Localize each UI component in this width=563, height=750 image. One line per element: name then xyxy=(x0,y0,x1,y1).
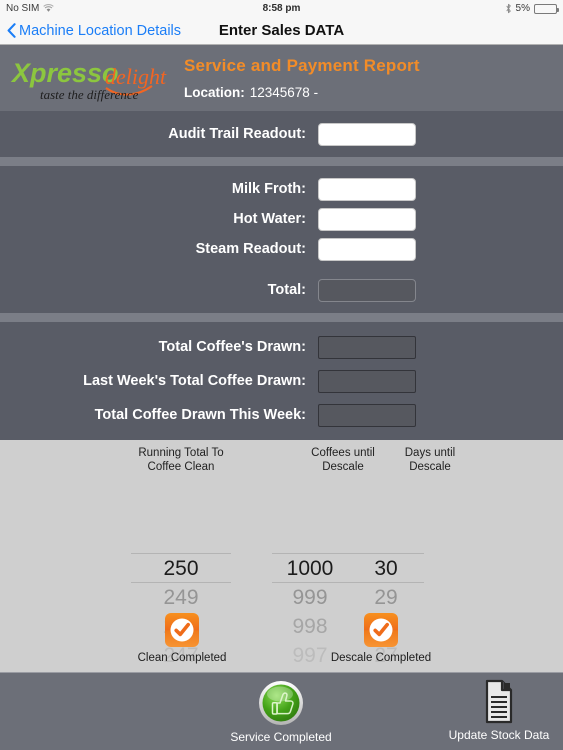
location-label: Location: xyxy=(184,85,245,100)
report-header: Xpresso delight taste the difference Ser… xyxy=(0,45,563,111)
total-coffees-drawn-field xyxy=(318,335,416,359)
location-value: 12345678 - xyxy=(249,85,319,100)
thumbs-up-icon xyxy=(257,679,305,727)
picker-heading-coffees-line2: Descale xyxy=(322,460,364,473)
xpresso-delight-logo: Xpresso delight taste the difference xyxy=(10,52,170,104)
service-completed-label: Service Completed xyxy=(230,730,332,744)
update-stock-data-label: Update Stock Data xyxy=(448,728,550,742)
svg-text:delight: delight xyxy=(105,64,167,89)
picker-item[interactable]: 29 xyxy=(348,583,424,612)
picker-heading-coffees: Coffees until Descale xyxy=(297,447,389,474)
location-line: Location: 12345678 - xyxy=(184,85,420,100)
check-circle-icon xyxy=(364,613,398,647)
bottom-toolbar: Service Completed Update Stock Data xyxy=(0,672,563,750)
status-bar-time: 8:58 pm xyxy=(262,3,301,14)
field-row-hot-water: Hot Water: xyxy=(0,204,563,234)
svg-text:taste the difference: taste the difference xyxy=(40,87,139,102)
bluetooth-icon xyxy=(505,3,512,14)
picker-heading-clean-line2: Coffee Clean xyxy=(147,460,215,473)
field-row-total-coffees-drawn: Total Coffee's Drawn: xyxy=(0,330,563,364)
milk-froth-input[interactable] xyxy=(318,177,416,201)
picker-heading-days-line1: Days until xyxy=(404,447,456,459)
steam-readout-input[interactable] xyxy=(318,237,416,261)
service-completed-button[interactable]: Service Completed xyxy=(230,679,332,744)
picker-item[interactable]: 999 xyxy=(272,583,348,612)
field-row-last-week-total: Last Week's Total Coffee Drawn: xyxy=(0,364,563,398)
picker-item[interactable]: 250 xyxy=(131,554,231,583)
field-label-total-coffees-drawn: Total Coffee's Drawn: xyxy=(158,339,306,355)
picker-item[interactable]: 1000 xyxy=(272,554,348,583)
field-label-milk-froth: Milk Froth: xyxy=(231,181,306,197)
hot-water-input[interactable] xyxy=(318,207,416,231)
chevron-left-icon xyxy=(7,23,16,38)
field-row-total-this-week: Total Coffee Drawn This Week: xyxy=(0,398,563,432)
back-button[interactable]: Machine Location Details xyxy=(7,23,181,39)
document-icon xyxy=(478,679,520,725)
last-week-total-coffee-field xyxy=(318,369,416,393)
section-divider-2 xyxy=(0,313,563,322)
field-label-audit-trail: Audit Trail Readout: xyxy=(168,126,306,142)
field-row-audit-trail: Audit Trail Readout: xyxy=(0,119,563,149)
form-section-audit: Audit Trail Readout: xyxy=(0,111,563,157)
form-section-coffee-totals: Total Coffee's Drawn: Last Week's Total … xyxy=(0,322,563,440)
status-bar-right: 5% xyxy=(505,3,559,14)
clean-completed-label: Clean Completed xyxy=(137,652,227,664)
field-row-total: Total: xyxy=(0,275,563,305)
picker-heading-days-line2: Descale xyxy=(409,460,451,473)
back-button-label: Machine Location Details xyxy=(19,22,182,39)
battery-percent-label: 5% xyxy=(515,3,530,14)
clean-completed-button[interactable]: Clean Completed xyxy=(138,613,226,664)
picker-headings: Running Total To Coffee Clean Coffees un… xyxy=(0,440,563,474)
field-row-milk-froth: Milk Froth: xyxy=(0,174,563,204)
descale-completed-button[interactable]: Descale Completed xyxy=(331,613,431,664)
picker-heading-clean: Running Total To Coffee Clean xyxy=(121,447,241,474)
check-circle-icon xyxy=(165,613,199,647)
svg-text:Xpresso: Xpresso xyxy=(10,58,119,88)
audit-trail-readout-input[interactable] xyxy=(318,122,416,146)
app-root: No SIM 8:58 pm 5% Machine Location Detai… xyxy=(0,0,563,750)
field-label-total: Total: xyxy=(267,282,306,298)
total-readonly-field xyxy=(318,278,416,302)
status-bar: No SIM 8:58 pm 5% xyxy=(0,0,563,17)
field-label-total-this-week: Total Coffee Drawn This Week: xyxy=(94,407,306,423)
total-coffee-this-week-field xyxy=(318,403,416,427)
report-title: Service and Payment Report xyxy=(184,56,420,75)
picker-heading-coffees-line1: Coffees until xyxy=(311,447,375,459)
picker-heading-clean-line1: Running Total To xyxy=(138,447,224,459)
picker-item[interactable]: 30 xyxy=(348,554,424,583)
field-row-steam-readout: Steam Readout: xyxy=(0,234,563,264)
navigation-bar: Machine Location Details Enter Sales DAT… xyxy=(0,17,563,45)
picker-heading-days: Days until Descale xyxy=(393,447,467,474)
section-divider-1 xyxy=(0,157,563,166)
field-label-last-week-total: Last Week's Total Coffee Drawn: xyxy=(83,373,306,389)
form-section-readouts: Milk Froth: Hot Water: Steam Readout: To… xyxy=(0,166,563,313)
update-stock-data-button[interactable]: Update Stock Data xyxy=(443,679,555,742)
battery-icon xyxy=(534,3,559,14)
completed-buttons-row: Clean Completed Descale Completed xyxy=(0,613,563,664)
report-header-text: Service and Payment Report Location: 1234… xyxy=(184,56,420,100)
picker-item[interactable]: 249 xyxy=(131,583,231,612)
descale-completed-label: Descale Completed xyxy=(330,652,432,664)
field-label-hot-water: Hot Water: xyxy=(233,211,306,227)
field-label-steam-readout: Steam Readout: xyxy=(195,241,306,257)
